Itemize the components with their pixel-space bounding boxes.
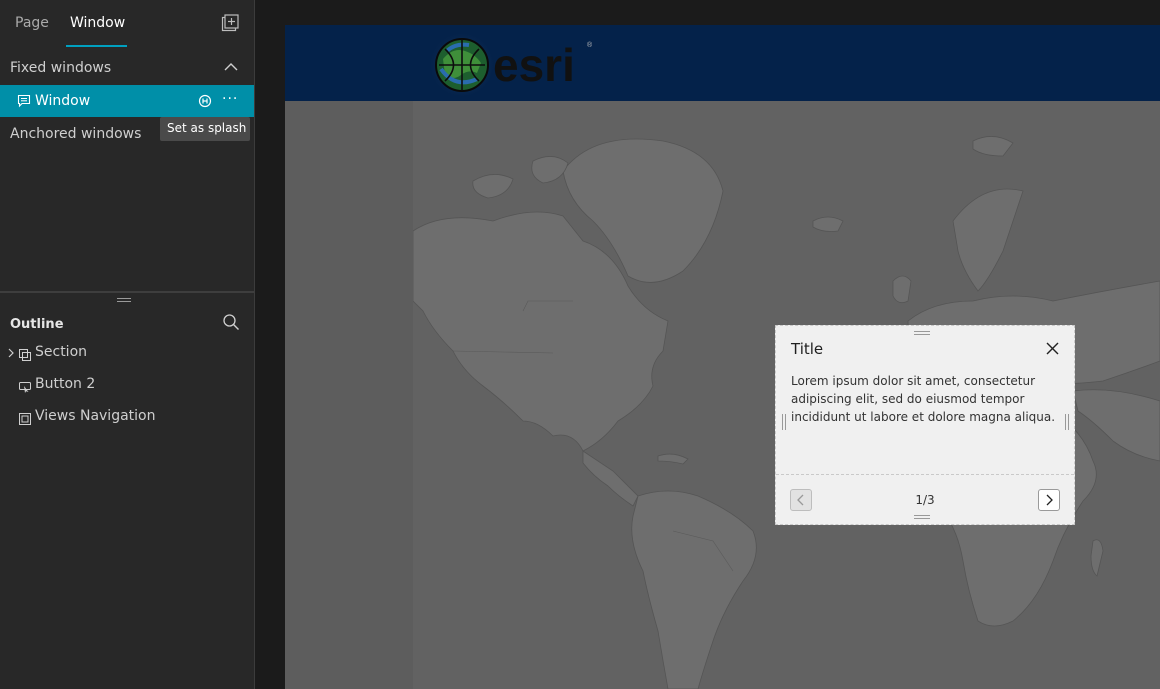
outline-item-button-2[interactable]: Button 2: [0, 376, 254, 400]
tab-window[interactable]: Window: [70, 15, 125, 31]
header-section[interactable]: esri ®: [285, 25, 1160, 101]
more-options-icon[interactable]: ···: [222, 91, 238, 107]
fixed-windows-header[interactable]: Fixed windows: [10, 60, 244, 78]
outline-item-section[interactable]: Section: [0, 344, 254, 368]
panel-divider: [254, 0, 255, 689]
logo-text: esri: [493, 39, 575, 91]
fixed-window-label: Window: [35, 93, 91, 109]
active-tab-indicator: [66, 45, 127, 47]
button-icon: [19, 382, 31, 393]
anchored-windows-header[interactable]: Anchored windows: [10, 126, 141, 142]
chevron-right-icon: [1046, 494, 1053, 506]
outline-title: Outline: [10, 317, 64, 332]
next-button[interactable]: [1038, 489, 1060, 511]
window-icon: [17, 94, 31, 108]
fixed-window-item[interactable]: Window ···: [0, 85, 254, 117]
tab-page[interactable]: Page: [15, 15, 49, 31]
outline-item-label: Views Navigation: [35, 408, 156, 424]
window-footer-divider: [776, 474, 1074, 475]
window-title: Title: [791, 340, 824, 358]
chevron-right-icon[interactable]: [7, 348, 15, 358]
views-navigation-icon: [19, 413, 31, 425]
splash-icon[interactable]: [198, 94, 212, 108]
panel-splitter[interactable]: [0, 291, 254, 293]
close-icon[interactable]: [1045, 341, 1060, 356]
left-panel: Page Window Fixed windows Window ··· Set: [0, 0, 254, 689]
resize-handle-bottom-icon[interactable]: [914, 515, 930, 519]
outline-item-label: Button 2: [35, 376, 96, 392]
window-body-text: Lorem ipsum dolor sit amet, consectetur …: [791, 374, 1056, 424]
outline-item-label: Section: [35, 344, 88, 360]
resize-handle-right-icon[interactable]: [1065, 414, 1069, 430]
resize-handle-left-icon[interactable]: [782, 414, 786, 430]
fixed-windows-label: Fixed windows: [10, 60, 112, 76]
outline-item-views-navigation[interactable]: Views Navigation: [0, 408, 254, 432]
chevron-up-icon[interactable]: [224, 60, 238, 74]
add-window-icon[interactable]: [221, 14, 239, 32]
resize-grip-icon[interactable]: [117, 298, 131, 302]
search-icon[interactable]: [222, 313, 240, 331]
esri-logo[interactable]: esri ®: [425, 29, 600, 99]
tooltip: Set as splash: [160, 117, 250, 141]
panel-tabs: Page Window: [0, 0, 254, 50]
section-icon: [19, 349, 31, 361]
page-indicator: 1/3: [915, 493, 935, 507]
svg-text:®: ®: [587, 41, 593, 49]
window-widget[interactable]: Title Lorem ipsum dolor sit amet, consec…: [775, 325, 1075, 525]
resize-handle-top-icon[interactable]: [914, 331, 930, 335]
